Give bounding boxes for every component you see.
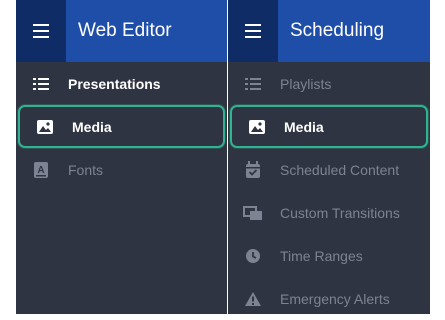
scheduling-menu-button[interactable]: [228, 0, 278, 62]
nav-item-label: Custom Transitions: [280, 204, 400, 221]
web-editor-nav: Presentations Media A Fonts: [16, 62, 227, 191]
nav-item-scheduled-content[interactable]: Scheduled Content: [228, 148, 430, 191]
svg-text:A: A: [37, 165, 44, 176]
scheduling-nav: Playlists Media Scheduled Content Custom…: [228, 62, 430, 320]
nav-item-custom-transitions[interactable]: Custom Transitions: [228, 191, 430, 234]
list-icon: [16, 76, 66, 92]
list-icon: [228, 76, 278, 92]
scheduling-header: Scheduling: [228, 0, 430, 62]
hamburger-icon: [245, 24, 261, 38]
image-icon: [20, 119, 70, 135]
web-editor-header: Web Editor: [16, 0, 227, 62]
calendar-check-icon: [228, 160, 278, 179]
nav-item-playlists[interactable]: Playlists: [228, 62, 430, 105]
warning-icon: [228, 291, 278, 307]
nav-item-label: Playlists: [280, 75, 332, 92]
app-stage: Web Editor Presentations Media A Fonts S…: [0, 0, 445, 314]
transition-icon: [228, 205, 278, 221]
nav-item-label: Fonts: [68, 161, 104, 178]
web-editor-title: Web Editor: [78, 20, 172, 41]
nav-item-time-ranges[interactable]: Time Ranges: [228, 234, 430, 277]
nav-item-label: Presentations: [68, 75, 161, 92]
scheduling-panel: Scheduling Playlists Media Scheduled Con…: [228, 0, 430, 314]
nav-item-label: Scheduled Content: [280, 161, 400, 178]
nav-item-label: Media: [72, 118, 112, 135]
nav-item-presentations[interactable]: Presentations: [16, 62, 227, 105]
web-editor-panel: Web Editor Presentations Media A Fonts: [16, 0, 227, 314]
nav-item-media[interactable]: Media: [18, 105, 225, 148]
font-icon: A: [16, 161, 66, 179]
nav-item-media[interactable]: Media: [230, 105, 428, 148]
nav-item-label: Time Ranges: [280, 247, 363, 264]
scheduling-title: Scheduling: [290, 20, 385, 41]
clock-icon: [228, 248, 278, 264]
nav-item-label: Media: [284, 118, 324, 135]
hamburger-icon: [33, 24, 49, 38]
nav-item-fonts[interactable]: A Fonts: [16, 148, 227, 191]
web-editor-menu-button[interactable]: [16, 0, 66, 62]
nav-item-label: Emergency Alerts: [280, 290, 390, 307]
image-icon: [232, 119, 282, 135]
